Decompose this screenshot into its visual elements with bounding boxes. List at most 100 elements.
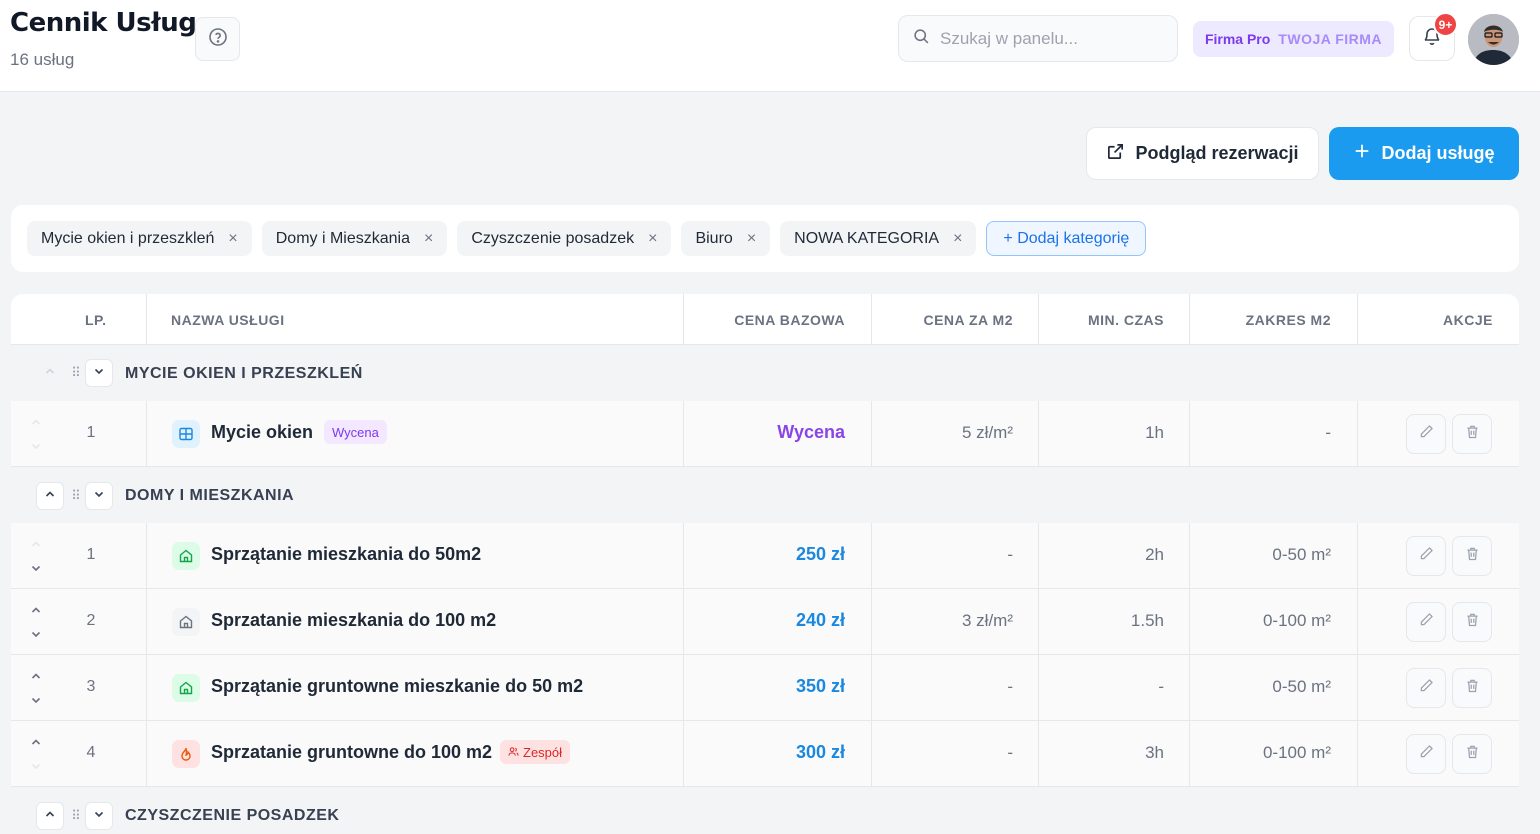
delete-button[interactable] [1452, 602, 1492, 642]
category-group-name: MYCIE OKIEN I PRZESZKLEŃ [125, 365, 363, 382]
category-bar: Mycie okien i przeszkleń × Domy i Mieszk… [11, 205, 1519, 272]
column-header-price-m2: CENA ZA M2 [923, 311, 1013, 328]
close-icon[interactable]: × [747, 230, 756, 248]
search-icon [913, 28, 930, 50]
table-header: LP. NAZWA USŁUGI CENA BAZOWA CENA ZA M2 … [11, 294, 1519, 345]
chevron-up-icon[interactable] [29, 735, 43, 749]
price-per-m2: - [1007, 743, 1013, 762]
service-name: Sprzątanie mieszkania do 50m2 [211, 544, 482, 564]
column-divider [683, 294, 684, 345]
add-service-button[interactable]: Dodaj usługę [1329, 127, 1519, 180]
pencil-icon [1418, 677, 1435, 699]
range-m2: 0-100 m² [1262, 743, 1331, 762]
category-chip-label: Czyszczenie posadzek [471, 229, 635, 247]
trash-icon [1464, 545, 1481, 567]
column-divider [1357, 523, 1358, 787]
category-chip[interactable]: Czyszczenie posadzek × [457, 221, 672, 256]
table-row[interactable]: 1 Sprzątanie mieszkania do 50m2 250 zł -… [11, 523, 1519, 589]
chevron-down-icon[interactable] [29, 439, 43, 453]
range-m2: 0-50 m² [1272, 545, 1331, 564]
chevron-down-icon[interactable] [29, 759, 43, 773]
search-box[interactable] [898, 15, 1178, 62]
min-time: 2h [1145, 545, 1164, 564]
edit-button[interactable] [1406, 668, 1446, 708]
move-up-button[interactable] [36, 802, 64, 830]
column-divider [1038, 401, 1039, 467]
row-number: 1 [86, 546, 96, 563]
edit-button[interactable] [1406, 602, 1446, 642]
row-number: 1 [86, 424, 96, 441]
column-divider [871, 294, 872, 345]
column-divider [146, 401, 147, 467]
pencil-icon [1418, 743, 1435, 765]
trash-icon [1464, 611, 1481, 633]
service-name: Sprzatanie gruntowne do 100 m2 [211, 742, 493, 762]
price-per-m2: 3 zł/m² [962, 611, 1013, 630]
drag-handle-icon[interactable]: ⠿ [71, 365, 81, 381]
collapse-button[interactable] [85, 482, 113, 510]
chevron-up-icon[interactable] [29, 415, 43, 429]
trash-icon [1464, 423, 1481, 445]
close-icon[interactable]: × [953, 230, 962, 248]
booking-preview-button[interactable]: Podgląd rezerwacji [1086, 127, 1319, 180]
drag-handle-icon[interactable]: ⠿ [71, 488, 81, 504]
delete-button[interactable] [1452, 668, 1492, 708]
chevron-down-icon[interactable] [29, 561, 43, 575]
add-category-label: + Dodaj kategorię [1003, 229, 1130, 247]
close-icon[interactable]: × [648, 230, 657, 248]
min-time: 1h [1145, 423, 1164, 442]
help-button[interactable] [195, 17, 240, 61]
external-link-icon [1106, 142, 1125, 166]
drag-handle-icon[interactable]: ⠿ [71, 808, 81, 824]
price-per-m2: 5 zł/m² [962, 423, 1013, 442]
table-row[interactable]: 3 Sprzątanie gruntowne mieszkanie do 50 … [11, 655, 1519, 721]
grid-window-icon [172, 420, 200, 448]
pencil-icon [1418, 423, 1435, 445]
collapse-button[interactable] [85, 802, 113, 830]
close-icon[interactable]: × [228, 230, 237, 248]
column-header-name: NAZWA USŁUGI [171, 311, 285, 328]
move-up-button[interactable] [36, 482, 64, 510]
home-icon [172, 674, 200, 702]
column-divider [871, 523, 872, 787]
chevron-down-icon [93, 487, 105, 505]
min-time: - [1158, 677, 1164, 696]
search-input[interactable] [940, 28, 1160, 49]
range-m2: 0-50 m² [1272, 677, 1331, 696]
service-name: Sprzątanie gruntowne mieszkanie do 50 m2 [211, 676, 584, 696]
delete-button[interactable] [1452, 734, 1492, 774]
row-number: 2 [86, 612, 96, 629]
table-row[interactable]: 2 Sprzatanie mieszkania do 100 m2 240 zł… [11, 589, 1519, 655]
category-chip[interactable]: Mycie okien i przeszkleń × [27, 221, 252, 256]
avatar[interactable] [1468, 14, 1519, 65]
delete-button[interactable] [1452, 414, 1492, 454]
column-divider [146, 523, 147, 787]
category-chip[interactable]: Biuro × [681, 221, 771, 256]
min-time: 1.5h [1130, 611, 1164, 630]
edit-button[interactable] [1406, 414, 1446, 454]
notifications-badge: 9+ [1433, 12, 1458, 37]
chevron-up-icon[interactable] [29, 537, 43, 551]
category-group-header: ⠿ MYCIE OKIEN I PRZESZKLEŃ [11, 345, 1519, 401]
add-category-button[interactable]: + Dodaj kategorię [986, 221, 1147, 256]
table-row[interactable]: 4 Sprzatanie gruntowne do 100 m2 Zespół … [11, 721, 1519, 787]
edit-button[interactable] [1406, 536, 1446, 576]
close-icon[interactable]: × [424, 230, 433, 248]
chevron-down-icon[interactable] [29, 693, 43, 707]
edit-button[interactable] [1406, 734, 1446, 774]
chevron-up-icon[interactable] [29, 603, 43, 617]
service-count: 16 usług [10, 50, 75, 69]
service-name: Sprzatanie mieszkania do 100 m2 [211, 610, 497, 630]
collapse-button[interactable] [85, 359, 113, 387]
home-icon [172, 608, 200, 636]
chevron-down-icon[interactable] [29, 627, 43, 641]
table-row[interactable]: 1 Mycie okien Wycena Wycena 5 zł/m² 1h - [11, 401, 1519, 467]
chevron-up-icon[interactable] [29, 669, 43, 683]
move-up-button[interactable] [36, 359, 64, 387]
delete-button[interactable] [1452, 536, 1492, 576]
plan-badge[interactable]: Firma Pro TWOJA FIRMA [1193, 21, 1394, 57]
category-chip[interactable]: NOWA KATEGORIA × [780, 221, 977, 256]
category-chip-label: Mycie okien i przeszkleń [41, 229, 215, 247]
column-divider [683, 523, 684, 787]
category-chip[interactable]: Domy i Mieszkania × [261, 221, 448, 256]
